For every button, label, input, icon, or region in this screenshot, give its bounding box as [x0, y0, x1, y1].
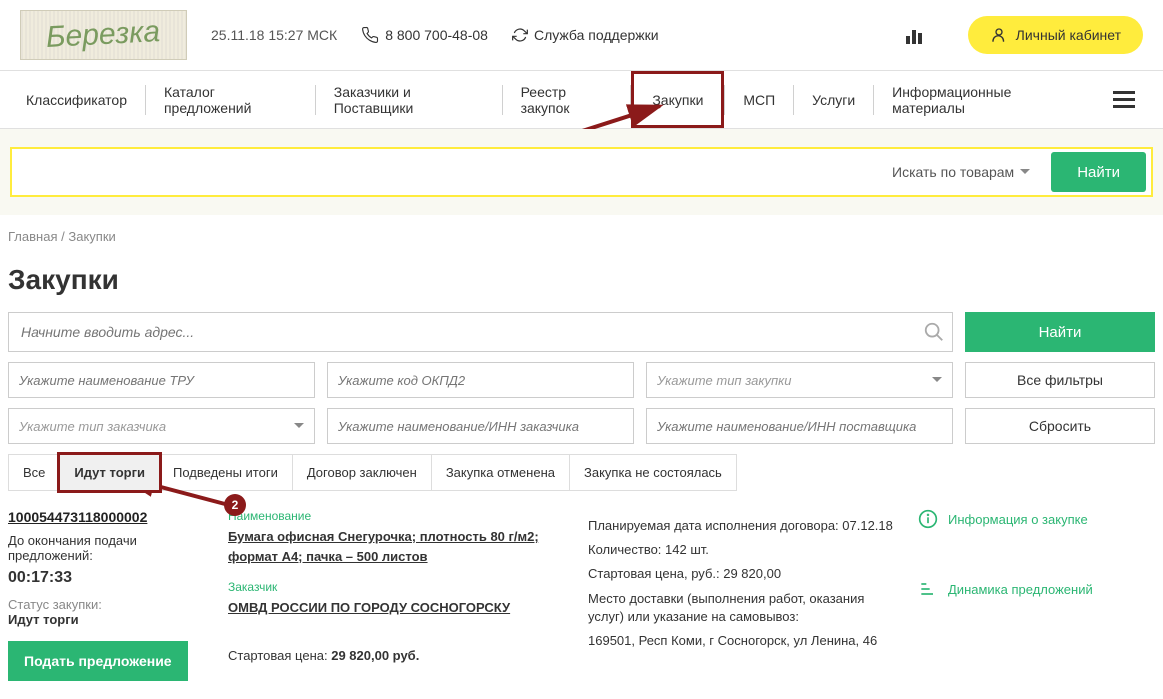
purchase-type-select[interactable]: Укажите тип закупки [646, 362, 953, 398]
tab-all[interactable]: Все [9, 455, 60, 490]
phone-icon [361, 26, 379, 44]
nav-classifier[interactable]: Классификатор [8, 71, 145, 128]
logo-text: Березка [46, 15, 162, 55]
all-filters-button[interactable]: Все фильтры [965, 362, 1155, 398]
supplier-inn-input[interactable] [646, 408, 953, 444]
main-nav: Классификатор Каталог предложений Заказч… [0, 71, 1163, 129]
dynamics-link[interactable]: Динамика предложений [918, 579, 1155, 599]
support-text: Служба поддержки [534, 27, 659, 43]
phone-number: 8 800 700-48-08 [385, 27, 488, 43]
status-label: Статус закупки: [8, 597, 208, 612]
global-find-button[interactable]: Найти [1051, 152, 1146, 192]
page-title: Закупки [0, 258, 1163, 312]
user-icon [990, 26, 1008, 44]
tab-cancelled[interactable]: Закупка отменена [432, 455, 570, 490]
delivery-address: 169501, Респ Коми, г Сосногорск, ул Лени… [588, 632, 898, 650]
purchase-card: 100054473118000002 До окончания подачи п… [0, 491, 1163, 699]
nav-services[interactable]: Услуги [794, 71, 873, 128]
search-icon [923, 321, 945, 343]
breadcrumb-page: Закупки [68, 229, 115, 244]
nav-customers-suppliers[interactable]: Заказчики и Поставщики [316, 71, 502, 128]
price-detail: Стартовая цена, руб.: 29 820,00 [588, 565, 898, 583]
purchase-id-link[interactable]: 100054473118000002 [8, 509, 208, 525]
breadcrumb-home[interactable]: Главная [8, 229, 57, 244]
nav-catalog[interactable]: Каталог предложений [146, 71, 315, 128]
logo[interactable]: Березка [20, 10, 187, 60]
timer-value: 00:17:33 [8, 569, 208, 587]
cabinet-label: Личный кабинет [1016, 27, 1121, 43]
nav-info-materials[interactable]: Информационные материалы [874, 71, 1093, 128]
customer-link[interactable]: ОМВД РОССИИ ПО ГОРОДУ СОСНОГОРСКУ [228, 600, 510, 615]
global-search-input[interactable] [12, 149, 876, 195]
tab-failed[interactable]: Закупка не состоялась [570, 455, 736, 490]
support-link[interactable]: Служба поддержки [512, 27, 659, 43]
nav-purchases[interactable]: Закупки [631, 71, 724, 128]
tab-active-trades[interactable]: Идут торги [57, 452, 162, 493]
status-value: Идут торги [8, 612, 208, 627]
chevron-down-icon [932, 377, 942, 387]
phone[interactable]: 8 800 700-48-08 [361, 26, 488, 44]
plan-date: Планируемая дата исполнения договора: 07… [588, 517, 898, 535]
okpd-input[interactable] [327, 362, 634, 398]
nav-registry[interactable]: Реестр закупок [503, 71, 631, 128]
refresh-icon [512, 27, 528, 43]
tru-input[interactable] [8, 362, 315, 398]
annotation-badge-2: 2 [224, 494, 246, 516]
customer-type-select[interactable]: Укажите тип заказчика [8, 408, 315, 444]
tab-contract[interactable]: Договор заключен [293, 455, 432, 490]
list-icon [918, 579, 938, 599]
submit-offer-button[interactable]: Подать предложение [8, 641, 188, 681]
info-icon [918, 509, 938, 529]
status-tabs: Все Идут торги Подведены итоги Договор з… [8, 454, 737, 491]
start-price: Стартовая цена: 29 820,00 руб. [228, 648, 568, 663]
breadcrumb: Главная / Закупки [0, 215, 1163, 258]
tab-results[interactable]: Подведены итоги [159, 455, 293, 490]
delivery-label: Место доставки (выполнения работ, оказан… [588, 590, 898, 626]
purchase-info-link[interactable]: Информация о закупке [918, 509, 1155, 529]
datetime: 25.11.18 15:27 МСК [211, 27, 337, 43]
filter-find-button[interactable]: Найти [965, 312, 1155, 352]
burger-menu[interactable] [1093, 91, 1155, 108]
quantity: Количество: 142 шт. [588, 541, 898, 559]
cabinet-button[interactable]: Личный кабинет [968, 16, 1143, 54]
address-input[interactable] [8, 312, 953, 352]
global-search-box: Искать по товарам Найти [10, 147, 1153, 197]
purchase-name-link[interactable]: Бумага офисная Снегурочка; плотность 80 … [228, 529, 539, 564]
name-label: Наименование [228, 509, 568, 523]
stats-icon[interactable] [906, 26, 924, 44]
customer-label: Заказчик [228, 580, 568, 594]
chevron-down-icon [294, 423, 304, 433]
search-mode-select[interactable]: Искать по товарам [876, 164, 1046, 180]
nav-msp[interactable]: МСП [725, 71, 793, 128]
chevron-down-icon [1020, 169, 1030, 179]
customer-inn-input[interactable] [327, 408, 634, 444]
timer-label: До окончания подачи предложений: [8, 533, 208, 563]
reset-button[interactable]: Сбросить [965, 408, 1155, 444]
